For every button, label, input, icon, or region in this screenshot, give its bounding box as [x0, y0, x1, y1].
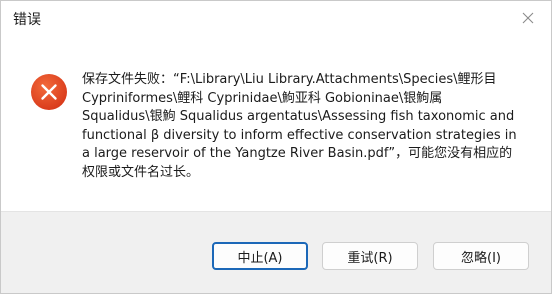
button-bar: 中止(A) 重试(R) 忽略(I)	[1, 211, 551, 293]
error-x-icon	[31, 74, 67, 110]
retry-button[interactable]: 重试(R)	[322, 242, 418, 270]
error-message: 保存文件失败：“F:\Library\Liu Library.Attachmen…	[82, 72, 517, 180]
close-button[interactable]	[505, 1, 551, 35]
dialog-content: 保存文件失败：“F:\Library\Liu Library.Attachmen…	[1, 35, 551, 211]
ignore-button[interactable]: 忽略(I)	[433, 242, 529, 270]
abort-button[interactable]: 中止(A)	[212, 242, 308, 270]
title-bar: 错误	[1, 1, 551, 35]
error-dialog: 错误 保存文件失败：“F:\Library\Liu Library.Attach…	[0, 0, 552, 294]
close-icon	[522, 12, 534, 24]
dialog-title: 错误	[13, 12, 41, 28]
